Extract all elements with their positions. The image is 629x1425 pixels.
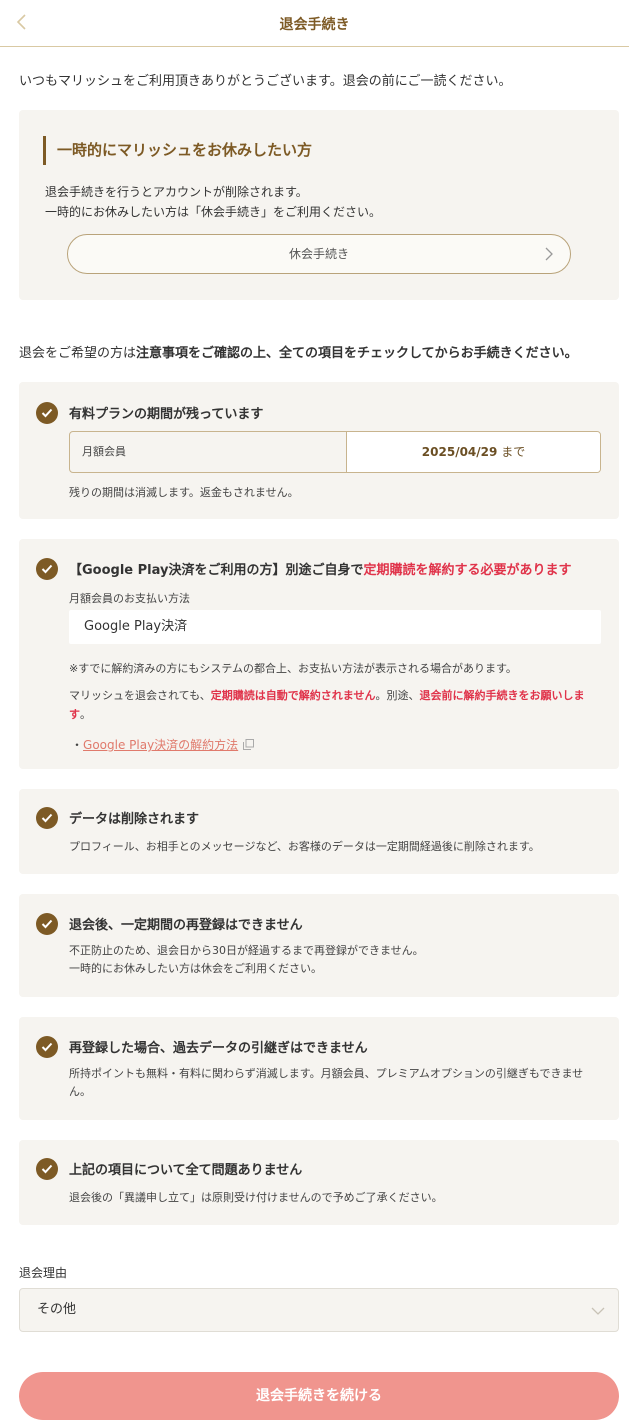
item-description: 退会後の「異議申し立て」は原則受け付けませんので予めご了承ください。: [69, 1191, 443, 1204]
pause-button-label: 休会手続き: [288, 247, 349, 261]
header: 退会手続き: [0, 0, 629, 47]
pause-desc-line: 一時的にお休みしたい方は「休会手続き」をご利用ください。: [45, 205, 382, 219]
checklist-item-reregister: 退会後、一定期間の再登録はできません 不正防止のため、退会日から30日が経過する…: [19, 894, 619, 997]
pause-button[interactable]: 休会手続き: [67, 234, 571, 274]
chevron-down-icon: [591, 1307, 605, 1315]
reason-label: 退会理由: [19, 1266, 68, 1280]
checklist-item-data: データは削除されます プロフィール、お相手とのメッセージなど、お客様のデータは一…: [19, 789, 619, 874]
notice-prefix: 退会をご希望の方は: [19, 346, 137, 361]
payment-method: Google Play決済: [69, 610, 601, 644]
checklist-item-confirm: 上記の項目について全て問題ありません 退会後の「異議申し立て」は原則受け付けませ…: [19, 1140, 619, 1225]
pause-heading: 一時的にマリッシュをお休みしたい方: [43, 136, 312, 165]
bullet: ・: [71, 738, 84, 752]
cancel-guide-row: ・Google Play決済の解約方法: [71, 736, 255, 753]
payment-label: 月額会員のお支払い方法: [69, 592, 190, 605]
plan-end-date: 2025/04/29 まで: [347, 432, 600, 472]
item-desc-line: 一時的にお休みしたい方は休会をご利用ください。: [69, 962, 322, 975]
item-title: データは削除されます: [69, 812, 200, 827]
notice-text: 退会をご希望の方は注意事項をご確認の上、全ての項目をチェックしてからお手続きくだ…: [19, 342, 624, 361]
item-description: 不正防止のため、退会日から30日が経過するまで再登録ができません。 一時的にお休…: [69, 942, 424, 978]
note-text: 。: [80, 708, 91, 721]
check-circle-icon[interactable]: [36, 913, 58, 935]
pause-desc-line: 退会手続きを行うとアカウントが削除されます。: [45, 185, 308, 199]
pause-section: 一時的にマリッシュをお休みしたい方 退会手続きを行うとアカウントが削除されます。…: [19, 110, 619, 300]
intro-text: いつもマリッシュをご利用頂きありがとうございます。退会の前にご一読ください。: [19, 74, 512, 89]
plan-date-value: 2025/04/29: [421, 445, 498, 459]
chevron-right-icon: [545, 247, 553, 261]
item-title-alert: 定期購読を解約する必要があります: [363, 563, 572, 578]
item-description: 残りの期間は消滅します。返金もされません。: [69, 486, 299, 499]
page-title: 退会手続き: [279, 17, 350, 33]
plan-date-suffix: まで: [501, 445, 526, 459]
reason-select[interactable]: その他: [19, 1288, 619, 1332]
check-circle-icon[interactable]: [36, 558, 58, 580]
continue-withdrawal-button[interactable]: 退会手続きを続ける: [19, 1372, 619, 1420]
cancel-guide-link[interactable]: Google Play決済の解約方法: [83, 738, 238, 752]
plan-info: 月額会員 2025/04/29 まで: [69, 431, 601, 473]
checklist-item-transfer: 再登録した場合、過去データの引継ぎはできません 所持ポイントも無料・有料に関わら…: [19, 1017, 619, 1120]
pause-description: 退会手続きを行うとアカウントが削除されます。 一時的にお休みしたい方は「休会手続…: [45, 182, 381, 222]
item-title: 上記の項目について全て問題ありません: [69, 1163, 303, 1178]
cancel-note: マリッシュを退会されても、定期購読は自動で解約されません。別途、退会前に解約手続…: [69, 686, 604, 724]
notice-bold: 注意事項をご確認の上、全ての項目をチェックしてからお手続きください。: [136, 346, 578, 361]
item-title: 【Google Play決済をご利用の方】別途ご自身で定期購読を解約する必要があ…: [69, 559, 571, 578]
item-title: 再登録した場合、過去データの引継ぎはできません: [69, 1041, 368, 1056]
item-title-prefix: 【Google Play決済をご利用の方】別途ご自身で: [69, 563, 364, 578]
check-circle-icon[interactable]: [36, 807, 58, 829]
reason-selected-value: その他: [37, 1302, 77, 1317]
plan-name: 月額会員: [70, 432, 347, 472]
item-description: プロフィール、お相手とのメッセージなど、お客様のデータは一定期間経過後に削除され…: [69, 840, 540, 853]
item-description: 所持ポイントも無料・有料に関わらず消滅します。月額会員、プレミアムオプションの引…: [69, 1067, 584, 1098]
checklist-item-plan: 有料プランの期間が残っています 月額会員 2025/04/29 まで 残りの期間…: [19, 382, 619, 519]
check-circle-icon[interactable]: [36, 1036, 58, 1058]
item-title: 退会後、一定期間の再登録はできません: [69, 918, 303, 933]
note-text: 。別途、: [375, 689, 420, 702]
item-desc-line: 不正防止のため、退会日から30日が経過するまで再登録ができません。: [69, 944, 424, 957]
item-title: 有料プランの期間が残っています: [69, 407, 264, 422]
note-alert: 定期購読は自動で解約されません: [210, 689, 376, 702]
check-circle-icon[interactable]: [36, 402, 58, 424]
checklist-item-google-play: 【Google Play決済をご利用の方】別途ご自身で定期購読を解約する必要があ…: [19, 539, 619, 769]
note-text: マリッシュを退会されても、: [69, 689, 211, 702]
check-circle-icon[interactable]: [36, 1158, 58, 1180]
external-link-icon: [243, 739, 255, 750]
payment-note: ※すでに解約済みの方にもシステムの都合上、お支払い方法が表示される場合があります…: [69, 662, 517, 675]
